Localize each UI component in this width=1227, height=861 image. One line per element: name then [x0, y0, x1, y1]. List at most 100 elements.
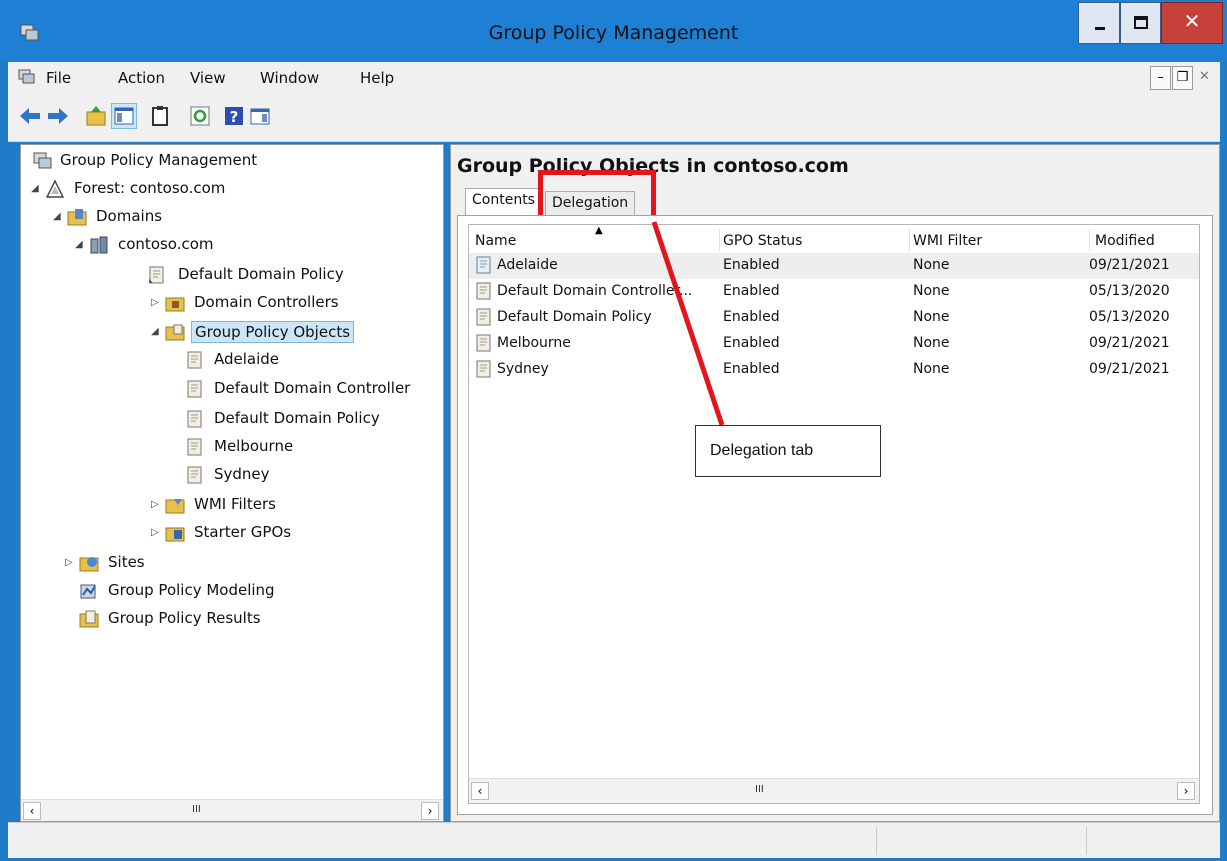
- tree-item-sites[interactable]: ▷ Sites: [65, 551, 425, 577]
- wmi-folder-icon: [165, 499, 185, 514]
- list-horizontal-scrollbar[interactable]: ‹ III ›: [469, 778, 1199, 803]
- cell-name: Melbourne: [497, 335, 571, 351]
- system-menu-icon[interactable]: [18, 69, 36, 85]
- cell-wmi-filter: None: [913, 257, 950, 273]
- tree-label: Starter GPOs: [194, 523, 292, 541]
- column-divider[interactable]: [719, 229, 720, 251]
- tree-label: Sites: [108, 553, 145, 571]
- mdi-close-button[interactable]: ✕: [1194, 66, 1215, 90]
- expand-arrow-icon[interactable]: ▷: [151, 499, 161, 510]
- tree-item-gpo-adelaide[interactable]: Adelaide: [171, 348, 441, 374]
- expand-arrow-icon[interactable]: ▷: [151, 527, 161, 538]
- expand-arrow-icon[interactable]: ▷: [151, 297, 161, 308]
- menu-view[interactable]: View: [190, 69, 226, 87]
- forward-arrow-icon[interactable]: [46, 104, 70, 128]
- collapse-arrow-icon[interactable]: ◢: [31, 183, 41, 194]
- collapse-arrow-icon[interactable]: ◢: [75, 239, 85, 250]
- tree-item-group-policy-results[interactable]: Group Policy Results: [65, 607, 425, 633]
- tree-item-starter-gpos[interactable]: ▷ Starter GPOs: [151, 521, 441, 547]
- tree-label: WMI Filters: [194, 495, 276, 513]
- tree-item-default-domain-policy-link[interactable]: Default Domain Policy: [129, 263, 439, 289]
- title-bar[interactable]: Group Policy Management ✕: [0, 0, 1227, 62]
- tree-item-gpo-sydney[interactable]: Sydney: [171, 463, 441, 489]
- tree-item-gpo-default-domain-controller[interactable]: Default Domain Controller: [171, 377, 443, 403]
- column-divider[interactable]: [909, 229, 910, 251]
- tree-item-gpo-melbourne[interactable]: Melbourne: [171, 435, 441, 461]
- tree-item-gpo-default-domain-policy[interactable]: Default Domain Policy: [171, 407, 441, 433]
- cell-name: Default Domain Policy: [497, 309, 652, 325]
- scroll-grip[interactable]: III: [755, 784, 764, 795]
- forest-icon: [45, 179, 65, 198]
- show-hide-console-tree-icon[interactable]: [111, 103, 137, 129]
- table-row[interactable]: Melbourne Enabled None 09/21/2021: [469, 331, 1199, 357]
- tree-item-forest[interactable]: ◢ Forest: contoso.com: [31, 177, 431, 203]
- cell-status: Enabled: [723, 309, 780, 325]
- up-folder-icon[interactable]: [84, 104, 108, 128]
- cell-modified: 05/13/2020: [1089, 283, 1170, 299]
- table-row[interactable]: Sydney Enabled None 09/21/2021: [469, 357, 1199, 383]
- clipboard-icon[interactable]: [148, 104, 172, 128]
- tree-label: Group Policy Management: [60, 151, 258, 169]
- column-header-modified[interactable]: Modified: [1095, 233, 1155, 249]
- table-row[interactable]: Default Domain Policy Enabled None 05/13…: [469, 305, 1199, 331]
- cell-status: Enabled: [723, 257, 780, 273]
- tab-contents[interactable]: Contents: [465, 188, 542, 217]
- starter-gpo-folder-icon: [165, 527, 185, 542]
- scroll-left-button[interactable]: ‹: [471, 782, 489, 800]
- tree-item-group-policy-modeling[interactable]: Group Policy Modeling: [65, 579, 425, 605]
- maximize-button[interactable]: [1120, 2, 1161, 44]
- scroll-right-button[interactable]: ›: [421, 802, 439, 820]
- tree-item-domains[interactable]: ◢ Domains: [53, 205, 433, 231]
- console-tree: Group Policy Management ◢ Forest: contos…: [20, 144, 444, 822]
- menu-bar: File Action View Window Help – ❐ ✕: [8, 62, 1220, 94]
- cell-wmi-filter: None: [913, 335, 950, 351]
- gpmc-window: Group Policy Management ✕ File Action Vi…: [0, 0, 1227, 861]
- tree-label: Adelaide: [214, 350, 280, 368]
- toolbar: ?: [8, 94, 1220, 142]
- tree-label: Sydney: [214, 465, 270, 483]
- help-icon[interactable]: ?: [222, 104, 246, 128]
- scroll-grip[interactable]: III: [192, 804, 201, 815]
- refresh-icon[interactable]: [188, 104, 212, 128]
- mdi-minimize-button[interactable]: –: [1150, 66, 1171, 90]
- menu-window[interactable]: Window: [260, 69, 319, 87]
- tree-label: Group Policy Objects: [191, 321, 355, 343]
- tree-label: Domains: [96, 207, 163, 225]
- gpo-icon: [476, 360, 491, 378]
- cell-modified: 09/21/2021: [1089, 335, 1170, 351]
- mdi-restore-button[interactable]: ❐: [1172, 66, 1193, 90]
- tree-item-domain-controllers[interactable]: ▷ Domain Controllers: [151, 291, 441, 317]
- cell-name: Default Domain Controller...: [497, 283, 693, 299]
- menu-file[interactable]: File: [46, 69, 71, 87]
- sort-ascending-icon: ▲: [595, 225, 603, 236]
- tree-item-group-policy-objects[interactable]: ◢ Group Policy Objects: [151, 320, 441, 346]
- back-arrow-icon[interactable]: [18, 104, 42, 128]
- tree-label: Default Domain Policy: [214, 409, 380, 427]
- menu-action[interactable]: Action: [118, 69, 165, 87]
- column-header-wmi-filter[interactable]: WMI Filter: [913, 233, 982, 249]
- menu-help[interactable]: Help: [360, 69, 394, 87]
- scroll-right-button[interactable]: ›: [1177, 782, 1195, 800]
- scroll-left-button[interactable]: ‹: [23, 802, 41, 820]
- collapse-arrow-icon[interactable]: ◢: [53, 211, 63, 222]
- expand-arrow-icon[interactable]: ▷: [65, 557, 75, 568]
- column-header-name[interactable]: Name: [475, 233, 516, 249]
- callout-box: Delegation tab: [695, 425, 881, 477]
- minimize-button[interactable]: [1078, 2, 1120, 44]
- tree-item-root[interactable]: Group Policy Management: [31, 149, 431, 175]
- table-row[interactable]: Default Domain Controller... Enabled Non…: [469, 279, 1199, 305]
- tree-horizontal-scrollbar[interactable]: ‹ III ›: [21, 799, 443, 821]
- tree-item-wmi-filters[interactable]: ▷ WMI Filters: [151, 493, 441, 519]
- column-header-gpo-status[interactable]: GPO Status: [723, 233, 802, 249]
- table-row[interactable]: Adelaide Enabled None 09/21/2021: [469, 253, 1199, 279]
- tree-item-domain[interactable]: ◢ contoso.com: [75, 233, 435, 259]
- tree-label: Domain Controllers: [194, 293, 339, 311]
- gpo-link-icon: [149, 266, 164, 284]
- gpo-icon: [187, 380, 202, 398]
- close-button[interactable]: ✕: [1161, 2, 1223, 44]
- minimize-icon: [1095, 27, 1105, 30]
- collapse-arrow-icon[interactable]: ◢: [151, 326, 161, 337]
- action-pane-icon[interactable]: [248, 104, 272, 128]
- status-divider: [1086, 827, 1087, 855]
- column-divider[interactable]: [1089, 229, 1090, 251]
